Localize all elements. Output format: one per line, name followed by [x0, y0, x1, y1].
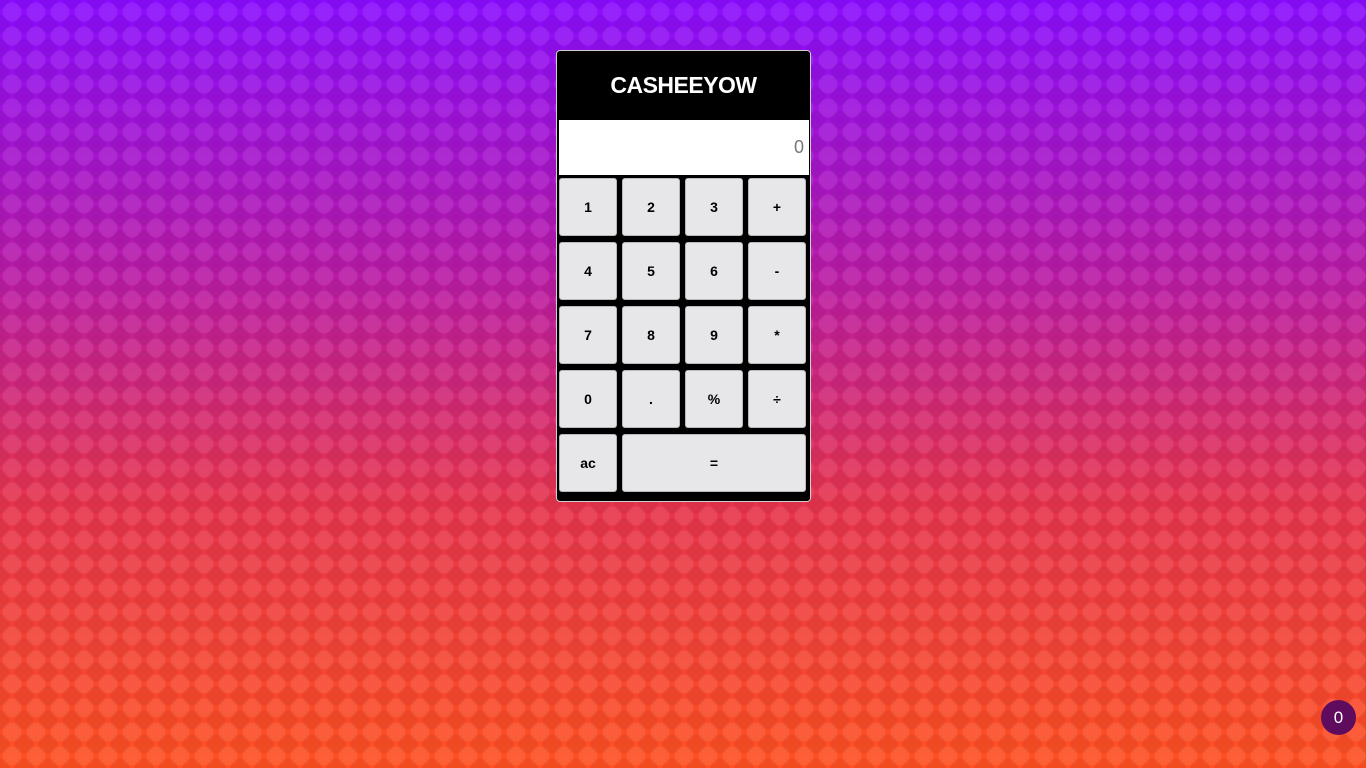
key-7[interactable]: 7 — [559, 306, 617, 364]
keypad: 1 2 3 + 4 5 6 - 7 8 9 * 0 . % ÷ ac = — [559, 178, 807, 492]
key-4[interactable]: 4 — [559, 242, 617, 300]
key-decimal[interactable]: . — [622, 370, 680, 428]
key-5[interactable]: 5 — [622, 242, 680, 300]
key-plus[interactable]: + — [748, 178, 806, 236]
calculator-title: CASHEEYOW — [610, 71, 757, 98]
calculator-display: 0 — [559, 120, 809, 175]
key-minus[interactable]: - — [748, 242, 806, 300]
key-8[interactable]: 8 — [622, 306, 680, 364]
key-percent[interactable]: % — [685, 370, 743, 428]
key-3[interactable]: 3 — [685, 178, 743, 236]
key-1[interactable]: 1 — [559, 178, 617, 236]
key-9[interactable]: 9 — [685, 306, 743, 364]
key-2[interactable]: 2 — [622, 178, 680, 236]
calculator: CASHEEYOW 0 1 2 3 + 4 5 6 - 7 8 9 * 0 . … — [556, 50, 811, 502]
counter-badge[interactable]: 0 — [1321, 700, 1356, 735]
key-multiply[interactable]: * — [748, 306, 806, 364]
key-equals[interactable]: = — [622, 434, 806, 492]
key-divide[interactable]: ÷ — [748, 370, 806, 428]
key-0[interactable]: 0 — [559, 370, 617, 428]
key-6[interactable]: 6 — [685, 242, 743, 300]
key-clear[interactable]: ac — [559, 434, 617, 492]
